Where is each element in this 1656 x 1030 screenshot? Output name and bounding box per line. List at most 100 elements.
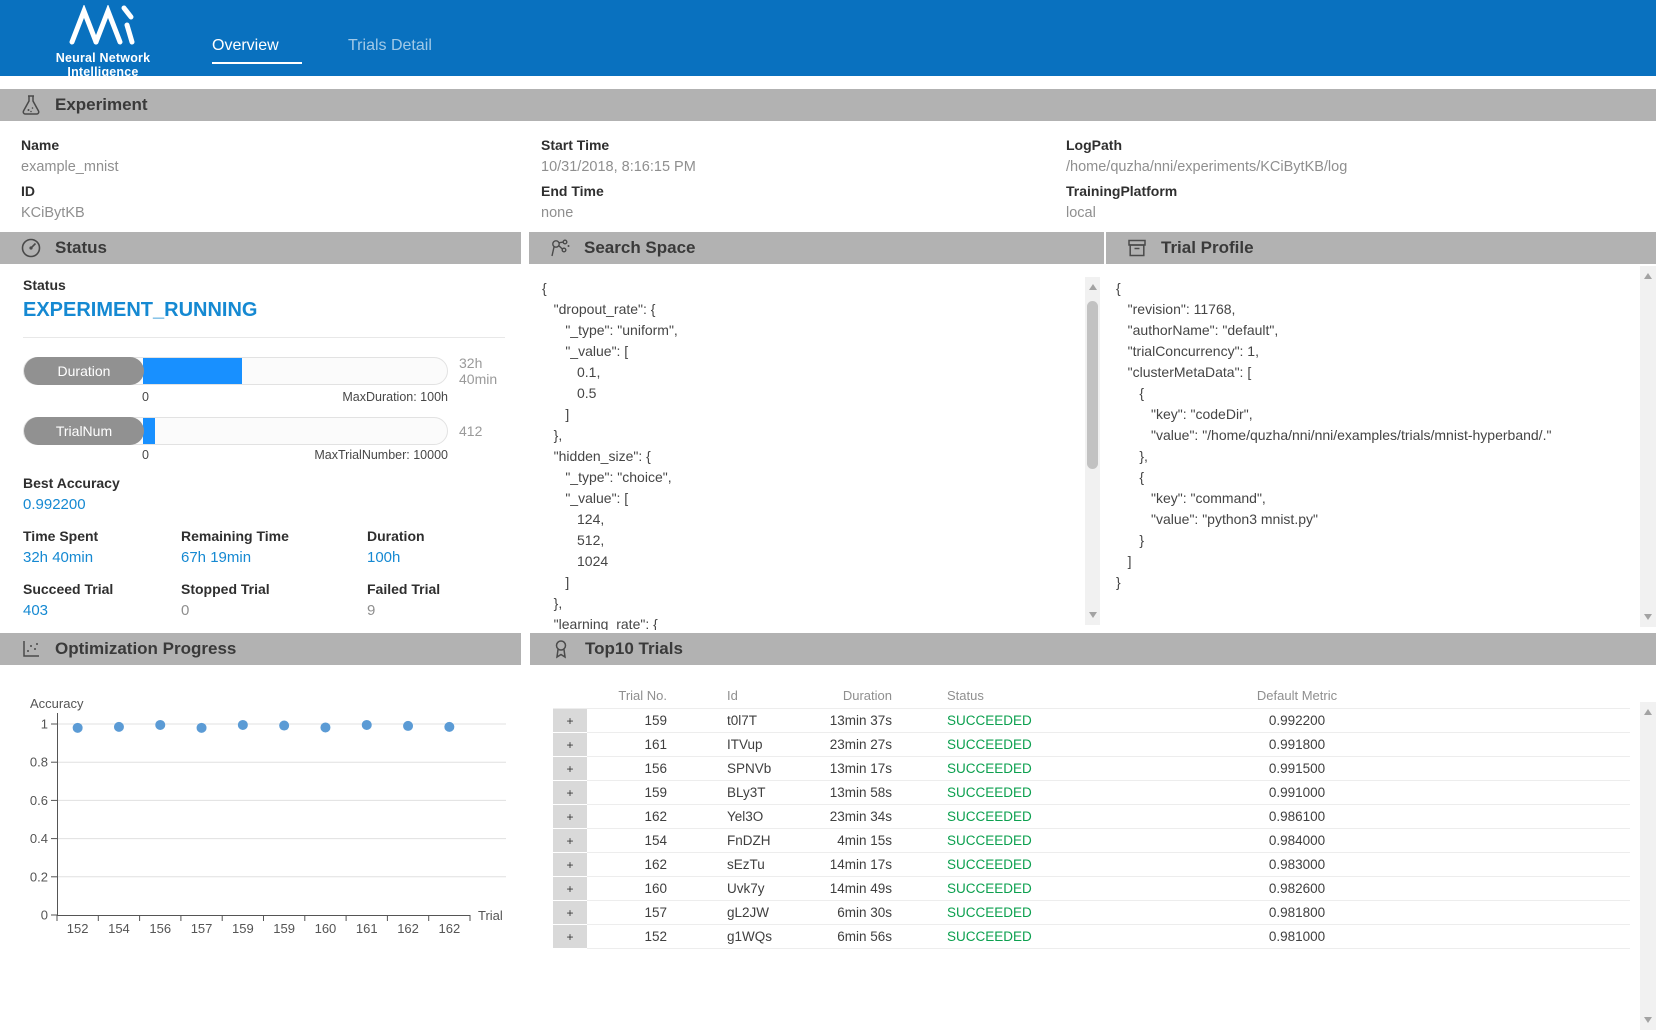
tab-trials-detail[interactable]: Trials Detail [348,37,432,55]
search-space-panel: Search Space { "dropout_rate": { "_type"… [529,232,1104,630]
network-icon [549,237,571,259]
cell-id: Yel3O [667,805,787,829]
svg-text:1: 1 [41,717,48,732]
tab-overview[interactable]: Overview [212,37,279,55]
table-row: + 162 sEzTu 14min 17s SUCCEEDED 0.983000 [553,853,1630,877]
duration-min: 0 [142,390,149,404]
cell-default-metric: 0.986100 [1187,805,1407,829]
cell-default-metric: 0.991000 [1187,781,1407,805]
cell-duration: 13min 37s [787,709,927,733]
svg-text:Trial: Trial [478,908,503,923]
gauge-icon [20,237,42,259]
expand-row-button[interactable]: + [553,853,587,877]
svg-text:0.2: 0.2 [30,869,48,884]
expand-row-button[interactable]: + [553,805,587,829]
cell-status: SUCCEEDED [927,925,1187,949]
active-tab-underline [212,62,302,64]
cell-status: SUCCEEDED [927,757,1187,781]
cell-duration: 23min 34s [787,805,927,829]
trialnum-progress-label: TrialNum [24,417,144,445]
svg-text:157: 157 [191,921,213,936]
table-row: + 162 Yel3O 23min 34s SUCCEEDED 0.986100 [553,805,1630,829]
cell-id: ITVup [667,733,787,757]
cell-trial-no: 159 [587,709,667,733]
expand-row-button[interactable]: + [553,901,587,925]
svg-text:0: 0 [41,908,48,923]
cell-status: SUCCEEDED [927,733,1187,757]
top10-table-body: + 159 t0l7T 13min 37s SUCCEEDED 0.992200… [553,709,1630,949]
medal-icon [550,638,572,660]
scatter-plot-icon [20,638,42,660]
cell-trial-no: 162 [587,853,667,877]
scroll-up-arrow-icon[interactable] [1644,709,1652,715]
table-row: + 156 SPNVb 13min 17s SUCCEEDED 0.991500 [553,757,1630,781]
cell-id: gL2JW [667,901,787,925]
stat-succeed-trial: Succeed Trial 403 [23,581,181,630]
top10-scrollbar[interactable] [1640,702,1656,1030]
stat-remaining-time: Remaining Time 67h 19min [181,528,367,581]
col-trial-no: Trial No. [587,682,667,709]
expand-row-button[interactable]: + [553,925,587,949]
cell-id: BLy3T [667,781,787,805]
scroll-down-arrow-icon[interactable] [1644,1017,1652,1023]
expand-row-button[interactable]: + [553,877,587,901]
experiment-section: Experiment [0,89,1656,121]
cell-duration: 4min 15s [787,829,927,853]
cell-default-metric: 0.981800 [1187,901,1407,925]
search-space-scrollbar[interactable] [1085,277,1100,625]
expand-row-button[interactable]: + [553,709,587,733]
stat-time-spent: Time Spent 32h 40min [23,528,181,581]
svg-text:Accuracy: Accuracy [30,696,84,711]
cell-duration: 13min 17s [787,757,927,781]
expand-row-button[interactable]: + [553,733,587,757]
cell-trial-no: 157 [587,901,667,925]
trialnum-max: MaxTrialNumber: 10000 [314,448,448,462]
table-row: + 160 Uvk7y 14min 49s SUCCEEDED 0.982600 [553,877,1630,901]
scroll-down-arrow-icon[interactable] [1089,612,1097,618]
cell-status: SUCCEEDED [927,877,1187,901]
optimization-progress-title: Optimization Progress [55,639,236,659]
cell-default-metric: 0.984000 [1187,829,1407,853]
field-log-path: LogPath /home/quzha/nni/experiments/KCiB… [1066,133,1656,179]
field-end-time: End Time none [541,179,1066,225]
expand-row-button[interactable]: + [553,829,587,853]
cell-status: SUCCEEDED [927,901,1187,925]
cell-default-metric: 0.982600 [1187,877,1407,901]
svg-text:0.6: 0.6 [30,793,48,808]
cell-default-metric: 0.992200 [1187,709,1407,733]
cell-trial-no: 156 [587,757,667,781]
scroll-up-arrow-icon[interactable] [1089,284,1097,290]
trialnum-progress-fill [143,418,155,444]
search-space-title: Search Space [584,238,696,258]
divider [23,337,505,338]
scroll-down-arrow-icon[interactable] [1644,614,1652,620]
col-id: Id [667,682,787,709]
scroll-up-arrow-icon[interactable] [1644,273,1652,279]
archive-box-icon [1126,237,1148,259]
top10-table: Trial No. Id Duration Status Default Met… [553,682,1630,949]
status-value: EXPERIMENT_RUNNING [23,299,505,322]
duration-progress-fill [143,358,242,384]
svg-text:159: 159 [273,921,295,936]
cell-status: SUCCEEDED [927,781,1187,805]
svg-text:159: 159 [232,921,254,936]
flask-icon [20,94,42,116]
cell-id: g1WQs [667,925,787,949]
cell-default-metric: 0.983000 [1187,853,1407,877]
cell-status: SUCCEEDED [927,853,1187,877]
svg-text:0.4: 0.4 [30,831,48,846]
expand-row-button[interactable]: + [553,757,587,781]
trial-profile-title: Trial Profile [1161,238,1254,258]
cell-id: Uvk7y [667,877,787,901]
trial-profile-scrollbar[interactable] [1640,266,1656,627]
status-label: Status [23,277,505,293]
top10-table-header: Trial No. Id Duration Status Default Met… [553,682,1630,709]
cell-status: SUCCEEDED [927,805,1187,829]
duration-progress-value: 32h 40min [459,355,505,387]
expand-row-button[interactable]: + [553,781,587,805]
cell-duration: 14min 17s [787,853,927,877]
scrollbar-thumb[interactable] [1087,301,1098,469]
search-space-json: { "dropout_rate": { "_type": "uniform", … [529,264,1104,630]
cell-id: sEzTu [667,853,787,877]
cell-duration: 14min 49s [787,877,927,901]
